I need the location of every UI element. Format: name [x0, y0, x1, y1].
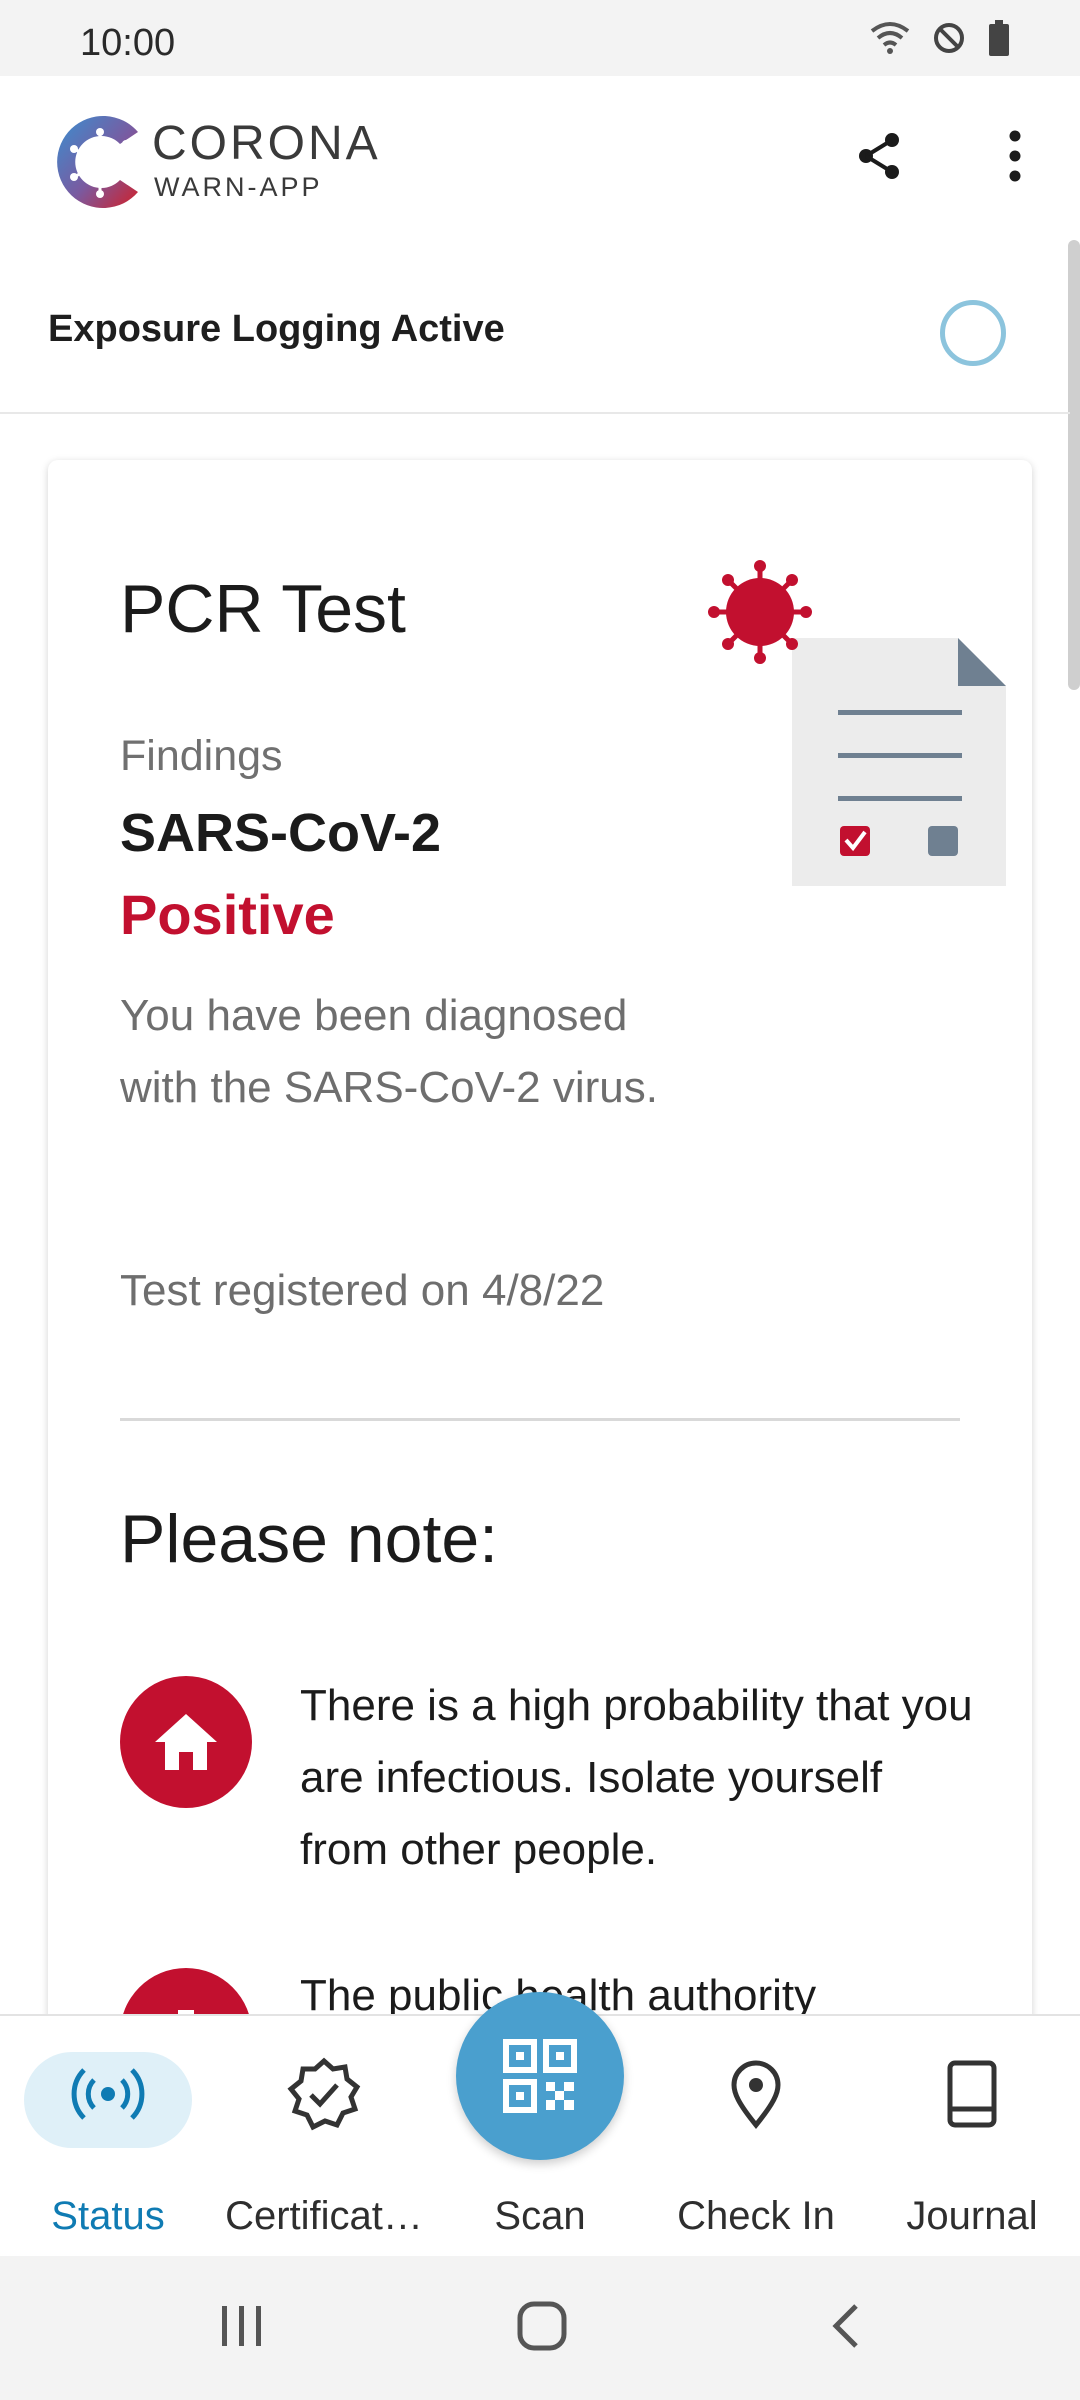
nav-journal[interactable]: Journal	[864, 2016, 1080, 2258]
scan-button[interactable]	[456, 1992, 624, 2160]
exposure-logging-label: Exposure Logging Active	[48, 308, 505, 350]
share-button[interactable]	[850, 126, 910, 186]
journal-icon	[929, 2054, 1015, 2134]
test-registered-date: Test registered on 4/8/22	[120, 1266, 605, 1315]
brand-title: CORONA	[152, 117, 381, 170]
back-button[interactable]	[826, 2300, 866, 2352]
findings-label: Findings	[120, 732, 283, 780]
home-button[interactable]	[514, 2298, 570, 2354]
test-result-status: Positive	[120, 883, 335, 946]
home-icon	[120, 1676, 252, 1808]
nav-journal-label: Journal	[906, 2194, 1038, 2238]
more-vert-icon	[1009, 130, 1021, 182]
divider	[120, 1418, 960, 1421]
system-navigation-bar	[0, 2256, 1080, 2400]
corona-warn-app-logo	[57, 116, 138, 208]
status-icon	[65, 2054, 151, 2134]
do-not-disturb-icon	[934, 23, 964, 53]
nav-certificates-label: Certificat…	[225, 2194, 423, 2238]
nav-scan-label: Scan	[494, 2194, 586, 2238]
battery-icon	[989, 20, 1009, 56]
nav-check-in-label: Check In	[677, 2194, 835, 2238]
nav-check-in[interactable]: Check In	[648, 2016, 864, 2258]
nav-certificates[interactable]: Certificat…	[216, 2016, 432, 2258]
nav-status[interactable]: Status	[0, 2016, 216, 2258]
findings-value: SARS-CoV-2	[120, 803, 442, 863]
tip-text-isolate: There is a high probability that you are…	[300, 1681, 973, 1874]
qr-scan-icon	[503, 2039, 577, 2113]
test-result-card[interactable]: PCR Test Findings SARS-CoV-2 Positive Yo…	[48, 460, 1032, 2060]
recent-apps-button[interactable]	[216, 2300, 268, 2352]
nav-status-label: Status	[51, 2194, 165, 2238]
test-title: PCR Test	[120, 571, 406, 647]
app-bar: CORONA WARN-APP	[0, 76, 1080, 246]
more-options-button[interactable]	[985, 126, 1045, 186]
please-note-title: Please note:	[120, 1501, 499, 1577]
status-time: 10:00	[80, 22, 176, 64]
loading-ring-icon	[940, 300, 1006, 366]
wifi-icon	[870, 22, 910, 54]
test-document-illustration	[708, 560, 1006, 886]
exposure-logging-row[interactable]: Exposure Logging Active	[0, 246, 1070, 414]
status-bar: 10:00	[0, 0, 1080, 76]
location-pin-icon	[713, 2054, 799, 2134]
certificate-icon	[281, 2054, 367, 2134]
share-icon	[859, 133, 899, 179]
brand-subtitle: WARN-APP	[154, 172, 323, 202]
test-result-description: You have been diagnosed with the SARS-Co…	[120, 991, 658, 1112]
